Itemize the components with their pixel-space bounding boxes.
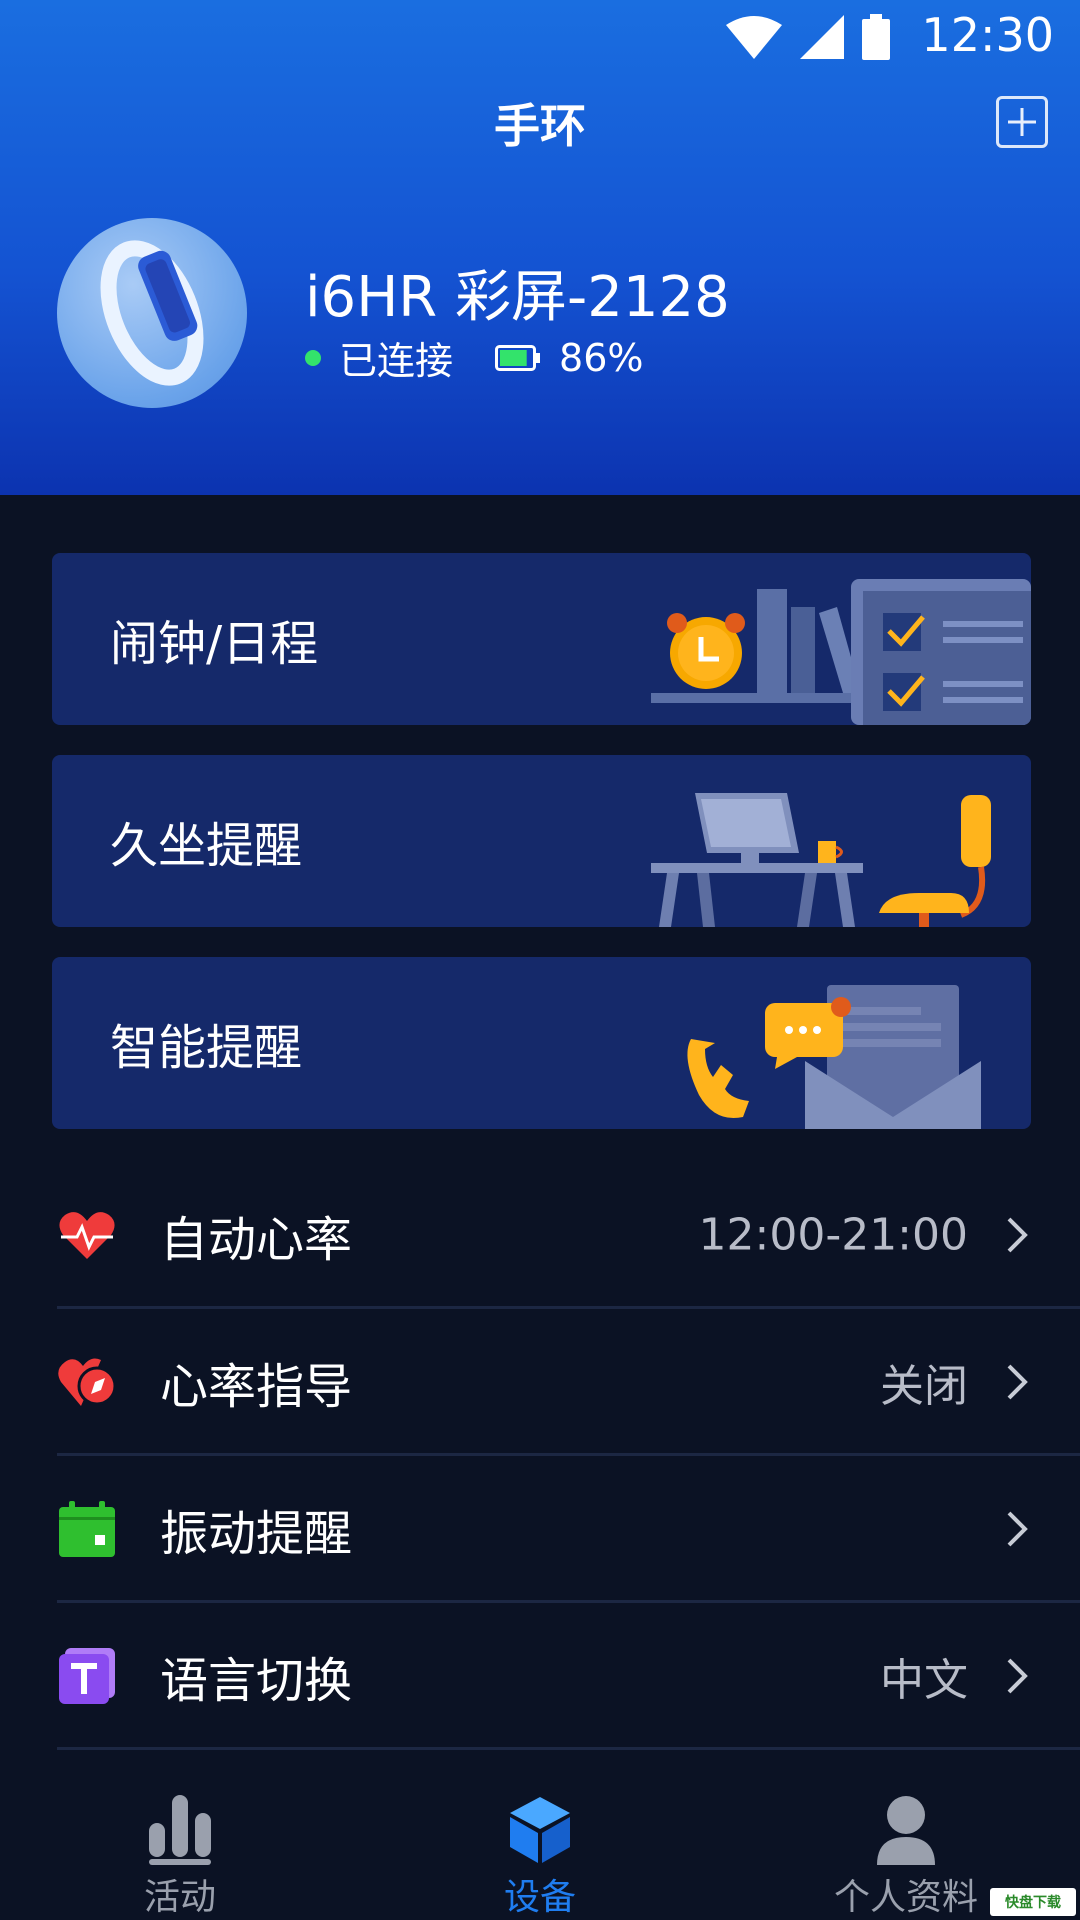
- signal-icon: [800, 15, 844, 59]
- cube-icon: [510, 1797, 570, 1863]
- watermark-logo: 快盘下载: [990, 1888, 1076, 1916]
- row-value: 12:00-21:00: [698, 1209, 968, 1261]
- page-title: 手环: [494, 99, 586, 153]
- row-vibration-reminder[interactable]: 振动提醒: [0, 1456, 1080, 1602]
- bar-chart-icon: [149, 1795, 211, 1865]
- person-icon: [877, 1796, 935, 1865]
- add-device-button[interactable]: [996, 96, 1048, 148]
- card-label-sedentary: 久坐提醒: [110, 818, 303, 874]
- nav-tab-device[interactable]: 设备: [440, 1770, 640, 1920]
- phone-message-illustration: [687, 985, 981, 1129]
- status-icons: [726, 14, 890, 60]
- device-name: i6HR 彩屏-2128: [305, 265, 730, 330]
- nav-label: 活动: [143, 1877, 216, 1918]
- device-avatar[interactable]: [57, 218, 247, 408]
- desk-chair-illustration: [651, 793, 991, 927]
- chevron-right-icon: [1007, 1217, 1028, 1253]
- divider: [57, 1747, 1080, 1750]
- battery-level-icon: [495, 344, 541, 371]
- nav-label: 个人资料: [833, 1877, 978, 1918]
- text-icon: [59, 1648, 115, 1704]
- row-label: 心率指导: [160, 1359, 353, 1415]
- status-bar: 12:30: [0, 0, 1080, 70]
- device-status: 已连接 86%: [305, 330, 643, 385]
- row-value: 关闭: [880, 1361, 968, 1412]
- card-label-smart: 智能提醒: [110, 1020, 303, 1076]
- nav-label: 设备: [503, 1877, 576, 1918]
- battery-icon: [862, 14, 890, 60]
- wifi-icon: [726, 16, 782, 59]
- nav-tab-profile[interactable]: 个人资料: [806, 1770, 1006, 1920]
- row-language[interactable]: 语言切换 中文: [0, 1603, 1080, 1749]
- bottom-nav: 活动 设备 个人资料: [0, 1770, 1080, 1920]
- nav-tab-activity[interactable]: 活动: [80, 1770, 280, 1920]
- heart-compass-icon: [58, 1358, 117, 1406]
- card-smart-reminder[interactable]: 智能提醒: [52, 957, 1031, 1129]
- card-alarm-schedule[interactable]: 闹钟/日程: [52, 553, 1031, 725]
- plus-square-icon: [1008, 108, 1036, 136]
- alarm-schedule-illustration: [651, 579, 1031, 725]
- device-header: 12:30 手环 i6HR 彩屏-2128 已连接 86%: [0, 0, 1080, 495]
- row-label: 语言切换: [160, 1653, 353, 1709]
- row-label: 自动心率: [160, 1212, 353, 1268]
- chevron-right-icon: [1007, 1364, 1028, 1400]
- card-label-alarm: 闹钟/日程: [110, 616, 319, 672]
- row-label: 振动提醒: [160, 1506, 353, 1562]
- chevron-right-icon: [1007, 1511, 1028, 1547]
- connected-dot-icon: [305, 349, 321, 366]
- calendar-icon: [59, 1501, 115, 1557]
- row-value: 中文: [880, 1655, 968, 1706]
- row-auto-heart-rate[interactable]: 自动心率 12:00-21:00: [0, 1162, 1080, 1308]
- status-time: 12:30: [921, 8, 1054, 62]
- battery-percent: 86%: [559, 335, 644, 380]
- chevron-right-icon: [1007, 1658, 1028, 1694]
- card-sedentary-reminder[interactable]: 久坐提醒: [52, 755, 1031, 927]
- row-heart-rate-guide[interactable]: 心率指导 关闭: [0, 1309, 1080, 1455]
- heart-pulse-icon: [59, 1212, 115, 1259]
- band-icon: [100, 240, 204, 386]
- connection-status: 已连接: [339, 339, 454, 383]
